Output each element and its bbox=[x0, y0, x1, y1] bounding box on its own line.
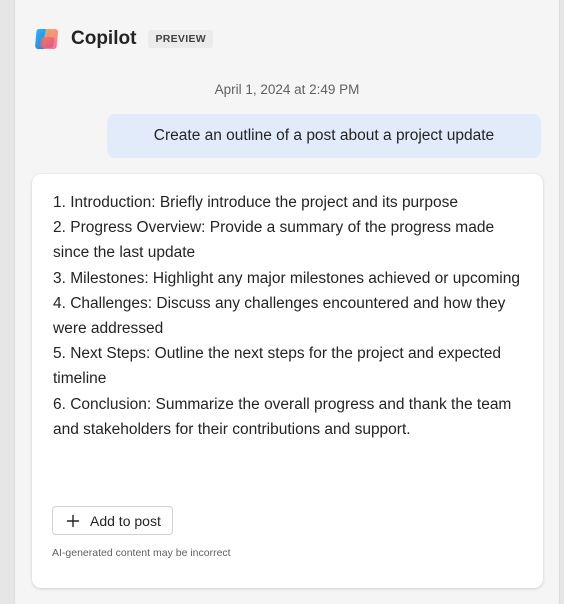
add-to-post-label: Add to post bbox=[90, 512, 161, 529]
outline-item-challenges: 4. Challenges: Discuss any challenges en… bbox=[53, 294, 506, 338]
plus-icon bbox=[66, 514, 80, 527]
response-card: 1. Introduction: Briefly introduce the p… bbox=[32, 174, 543, 588]
app-title: Copilot bbox=[71, 28, 137, 49]
user-message-text: Create an outline of a post about a proj… bbox=[153, 127, 495, 144]
add-to-post-button[interactable]: Add to post bbox=[52, 506, 173, 535]
user-message-bubble: Create an outline of a post about a proj… bbox=[107, 114, 541, 158]
message-timestamp: April 1, 2024 at 2:49 PM bbox=[214, 82, 360, 97]
outline-item-conclusion: 6. Conclusion: Summarize the overall pro… bbox=[53, 395, 512, 438]
outline-item-progress-overview: 2. Progress Overview: Provide a summary … bbox=[53, 219, 495, 262]
copilot-panel: Copilot PREVIEW April 1, 2024 at 2:49 PM… bbox=[14, 0, 560, 604]
header: Copilot PREVIEW bbox=[33, 24, 213, 54]
copilot-logo-icon bbox=[35, 28, 58, 50]
ai-disclaimer: AI-generated content may be incorrect bbox=[52, 547, 231, 559]
preview-badge: PREVIEW bbox=[148, 30, 213, 48]
outline-item-milestones: 3. Milestones: Highlight any major miles… bbox=[53, 269, 520, 287]
response-outline: 1. Introduction: Briefly introduce the p… bbox=[53, 190, 529, 442]
outline-item-introduction: 1. Introduction: Briefly introduce the p… bbox=[53, 194, 458, 211]
outline-item-next-steps: 5. Next Steps: Outline the next steps fo… bbox=[53, 345, 502, 388]
